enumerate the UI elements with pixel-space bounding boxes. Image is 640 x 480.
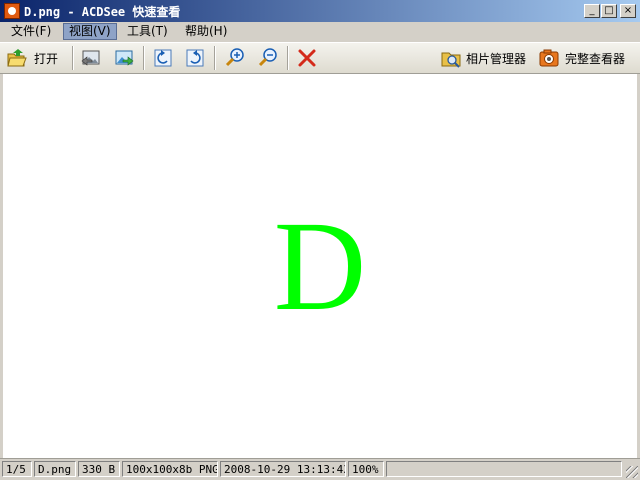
minimize-button[interactable]: _: [584, 4, 600, 18]
menu-file[interactable]: 文件(F): [6, 23, 56, 40]
open-label: 打开: [34, 52, 59, 66]
next-image-button[interactable]: [113, 47, 135, 69]
maximize-button[interactable]: □: [601, 4, 617, 18]
rotate-left-icon: [154, 49, 172, 67]
open-button[interactable]: 打开: [6, 47, 64, 69]
rotate-left-button[interactable]: [152, 47, 174, 69]
image-viewport[interactable]: D: [3, 74, 637, 458]
zoom-in-icon: [225, 48, 244, 67]
displayed-image: D: [273, 195, 367, 337]
delete-button[interactable]: [296, 47, 318, 69]
menu-tools[interactable]: 工具(T): [122, 23, 173, 40]
photo-manager-label: 相片管理器: [466, 52, 527, 66]
status-filename: D.png: [34, 461, 76, 477]
menu-view[interactable]: 视图(V): [63, 23, 117, 40]
photo-manager-icon: [441, 52, 461, 68]
toolbar-separator: [72, 46, 74, 70]
open-folder-icon: [7, 49, 27, 67]
toolbar: 打开 相片管理器 完整查看器: [0, 42, 640, 74]
photo-manager-button[interactable]: 相片管理器: [440, 47, 530, 69]
zoom-out-button[interactable]: [257, 47, 279, 69]
full-viewer-button[interactable]: 完整查看器: [538, 47, 634, 69]
close-button[interactable]: ×: [620, 4, 636, 18]
app-icon[interactable]: [4, 3, 20, 19]
toolbar-separator: [143, 46, 145, 70]
next-image-icon: [115, 50, 134, 66]
status-bar: 1/5 D.png 330 B 100x100x8b PNG 2008-10-2…: [0, 458, 640, 480]
toolbar-separator: [214, 46, 216, 70]
status-filesize: 330 B: [78, 461, 120, 477]
status-zoom: 100%: [348, 461, 384, 477]
delete-icon: [298, 49, 316, 67]
status-image-index: 1/5: [2, 461, 32, 477]
minimize-icon: _: [589, 5, 595, 16]
full-viewer-icon: [539, 49, 559, 67]
maximize-icon: □: [604, 5, 614, 16]
window-title: D.png - ACDSee 快速查看: [24, 5, 181, 19]
menu-bar: 文件(F) 视图(V) 工具(T) 帮助(H): [0, 22, 640, 42]
status-datetime: 2008-10-29 13:13:43: [220, 461, 346, 477]
previous-image-button[interactable]: [80, 47, 102, 69]
rotate-right-icon: [186, 49, 204, 67]
full-viewer-label: 完整查看器: [565, 52, 626, 66]
previous-image-icon: [81, 50, 100, 66]
toolbar-separator: [287, 46, 289, 70]
close-icon: ×: [623, 5, 633, 16]
menu-help[interactable]: 帮助(H): [180, 23, 232, 40]
title-bar[interactable]: D.png - ACDSee 快速查看 _ □ ×: [0, 0, 640, 22]
resize-grip-icon[interactable]: [626, 466, 638, 478]
rotate-right-button[interactable]: [184, 47, 206, 69]
status-empty-pane: [386, 461, 622, 477]
zoom-out-icon: [258, 48, 277, 67]
acdsee-quick-view-window: D.png - ACDSee 快速查看 _ □ × 文件(F) 视图(V) 工具…: [0, 0, 640, 480]
status-dimensions: 100x100x8b PNG: [122, 461, 218, 477]
zoom-in-button[interactable]: [224, 47, 246, 69]
